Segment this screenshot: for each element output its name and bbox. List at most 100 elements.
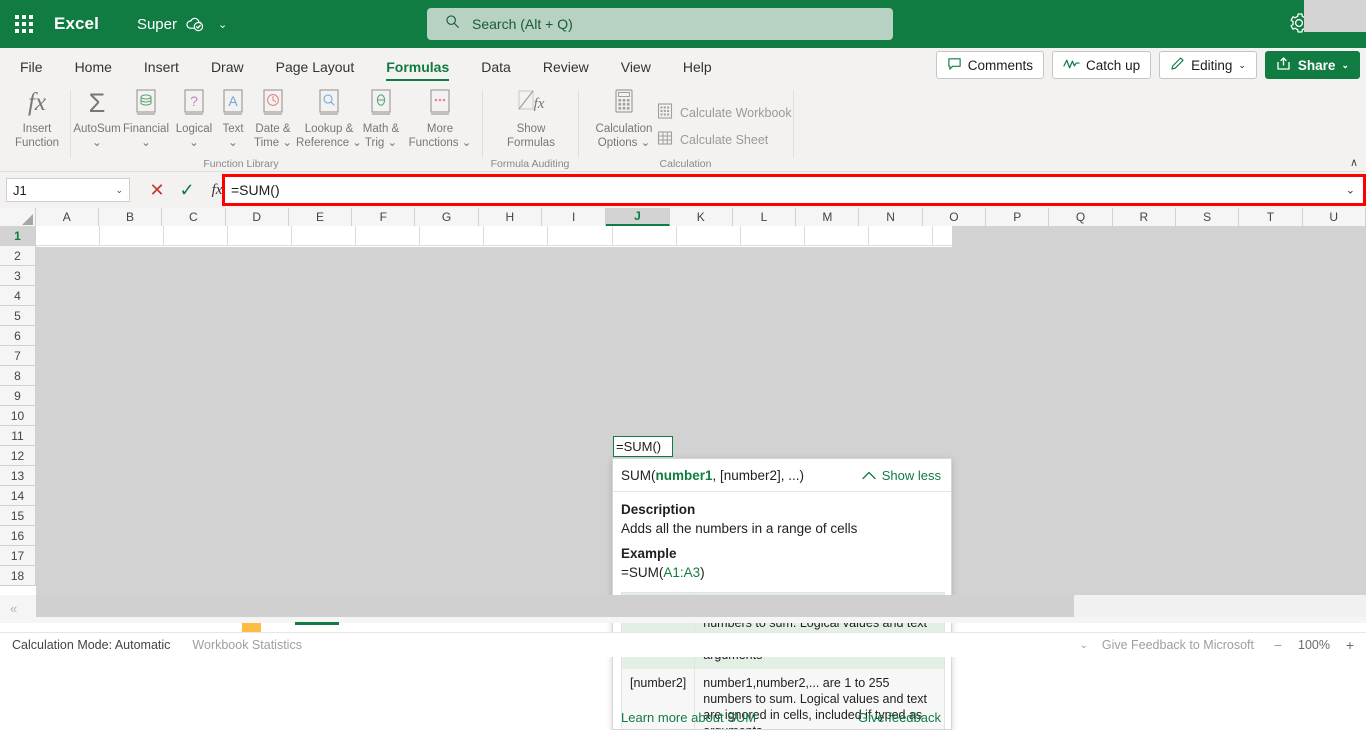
column-header-u[interactable]: U (1302, 208, 1366, 226)
workbook-statistics-button[interactable]: Workbook Statistics (192, 638, 302, 652)
autosum-button[interactable]: Σ AutoSum ⌄ (72, 86, 122, 150)
more-functions-button[interactable]: More Functions ⌄ (404, 86, 476, 150)
tab-insert[interactable]: Insert (144, 59, 179, 82)
column-header-t[interactable]: T (1239, 208, 1303, 226)
scroll-tabs-left-icon[interactable]: « (10, 601, 17, 616)
select-all-corner[interactable] (0, 208, 36, 226)
active-cell-editor[interactable]: =SUM() (613, 436, 673, 457)
text-button[interactable]: A Text ⌄ (215, 86, 251, 150)
calculate-workbook-button[interactable]: Calculate Workbook (656, 102, 792, 123)
show-formulas-button[interactable]: fx Show Formulas (500, 86, 562, 150)
tab-draw[interactable]: Draw (211, 59, 244, 82)
column-header-g[interactable]: G (415, 208, 479, 226)
tab-help[interactable]: Help (683, 59, 712, 82)
financial-button[interactable]: Financial ⌄ (120, 86, 172, 150)
column-header-k[interactable]: K (669, 208, 733, 226)
collapse-ribbon-chevron-icon[interactable]: ∧ (1350, 156, 1358, 169)
lookup-reference-button[interactable]: Lookup & Reference ⌄ (296, 86, 362, 150)
cell-a1[interactable] (36, 226, 100, 246)
calculate-sheet-button[interactable]: Calculate Sheet (656, 129, 768, 150)
cell-n1[interactable] (869, 226, 933, 246)
date-time-button[interactable]: Date & Time ⌄ (248, 86, 298, 150)
column-header-e[interactable]: E (288, 208, 353, 226)
comments-button[interactable]: Comments (935, 51, 1045, 79)
tab-review[interactable]: Review (543, 59, 589, 82)
horizontal-scrollbar-thumb[interactable] (36, 595, 1074, 617)
column-header-a[interactable]: A (35, 208, 99, 226)
math-trig-button[interactable]: Math & Trig ⌄ (358, 86, 404, 150)
row-header-12[interactable]: 12 (0, 446, 36, 466)
column-header-m[interactable]: M (796, 208, 860, 226)
share-button[interactable]: Share ⌄ (1264, 51, 1360, 79)
learn-more-link[interactable]: Learn more about SUM (621, 710, 756, 725)
row-header-5[interactable]: 5 (0, 306, 36, 326)
column-header-c[interactable]: C (162, 208, 226, 226)
row-header-10[interactable]: 10 (0, 406, 36, 426)
active-sheet-tab-indicator[interactable] (295, 622, 339, 625)
cell-j1[interactable] (613, 226, 677, 246)
row-header-3[interactable]: 3 (0, 266, 36, 286)
cell-e1[interactable] (292, 226, 356, 246)
cell-m1[interactable] (805, 226, 869, 246)
give-feedback-link[interactable]: Give feedback (858, 710, 941, 725)
column-header-b[interactable]: B (98, 208, 163, 226)
insert-function-button[interactable]: fx Insert Function (8, 86, 66, 150)
document-name[interactable]: Super (137, 16, 177, 33)
row-header-7[interactable]: 7 (0, 346, 36, 366)
tab-view[interactable]: View (621, 59, 651, 82)
zoom-level-label[interactable]: 100% (1298, 638, 1330, 652)
tab-formulas[interactable]: Formulas (386, 59, 450, 82)
calculation-options-button[interactable]: Calculation Options ⌄ (586, 86, 662, 150)
tab-page-layout[interactable]: Page Layout (276, 59, 355, 82)
cell-h1[interactable] (484, 226, 548, 246)
column-header-l[interactable]: L (732, 208, 797, 226)
cell-l1[interactable] (741, 226, 805, 246)
logical-button[interactable]: ? Logical ⌄ (170, 86, 218, 150)
column-header-r[interactable]: R (1112, 208, 1176, 226)
row-header-15[interactable]: 15 (0, 506, 36, 526)
zoom-out-button[interactable]: − (1274, 637, 1282, 653)
column-header-o[interactable]: O (922, 208, 987, 226)
column-header-i[interactable]: I (541, 208, 607, 226)
cloud-check-icon[interactable] (185, 14, 205, 34)
editing-mode-button[interactable]: Editing ⌄ (1159, 51, 1257, 79)
row-header-14[interactable]: 14 (0, 486, 36, 506)
column-header-p[interactable]: P (986, 208, 1050, 226)
row-header-1[interactable]: 1 (0, 226, 36, 246)
column-header-h[interactable]: H (478, 208, 542, 226)
tab-data[interactable]: Data (481, 59, 511, 82)
row-header-11[interactable]: 11 (0, 426, 36, 446)
column-header-s[interactable]: S (1175, 208, 1240, 226)
give-feedback-button[interactable]: Give Feedback to Microsoft (1102, 638, 1254, 652)
show-less-button[interactable]: Show less (862, 468, 941, 483)
cell-f1[interactable] (356, 226, 420, 246)
column-header-d[interactable]: D (225, 208, 289, 226)
status-chevron-icon[interactable]: ⌄ (1080, 640, 1088, 651)
cell-k1[interactable] (677, 226, 741, 246)
column-header-n[interactable]: N (859, 208, 923, 226)
row-header-9[interactable]: 9 (0, 386, 36, 406)
row-header-6[interactable]: 6 (0, 326, 36, 346)
cell-g1[interactable] (420, 226, 484, 246)
cell-b1[interactable] (100, 226, 164, 246)
name-box[interactable]: J1 ⌄ (6, 178, 130, 202)
row-header-8[interactable]: 8 (0, 366, 36, 386)
tab-file[interactable]: File (20, 59, 43, 82)
column-header-j[interactable]: J (606, 208, 670, 226)
row-header-4[interactable]: 4 (0, 286, 36, 306)
row-header-2[interactable]: 2 (0, 246, 36, 266)
enter-formula-button[interactable]: ✓ (172, 176, 202, 204)
row-header-17[interactable]: 17 (0, 546, 36, 566)
cancel-formula-button[interactable]: ✕ (142, 176, 172, 204)
catch-up-button[interactable]: Catch up (1052, 51, 1152, 79)
cell-i1[interactable] (548, 226, 613, 246)
window-controls[interactable] (1304, 0, 1366, 32)
app-launcher-icon[interactable] (0, 0, 48, 48)
row-header-18[interactable]: 18 (0, 566, 36, 586)
column-header-q[interactable]: Q (1049, 208, 1113, 226)
search-input[interactable]: Search (Alt + Q) (427, 8, 893, 40)
cell-c1[interactable] (164, 226, 228, 246)
column-header-f[interactable]: F (352, 208, 416, 226)
cell-d1[interactable] (228, 226, 292, 246)
zoom-in-button[interactable]: + (1346, 637, 1354, 653)
